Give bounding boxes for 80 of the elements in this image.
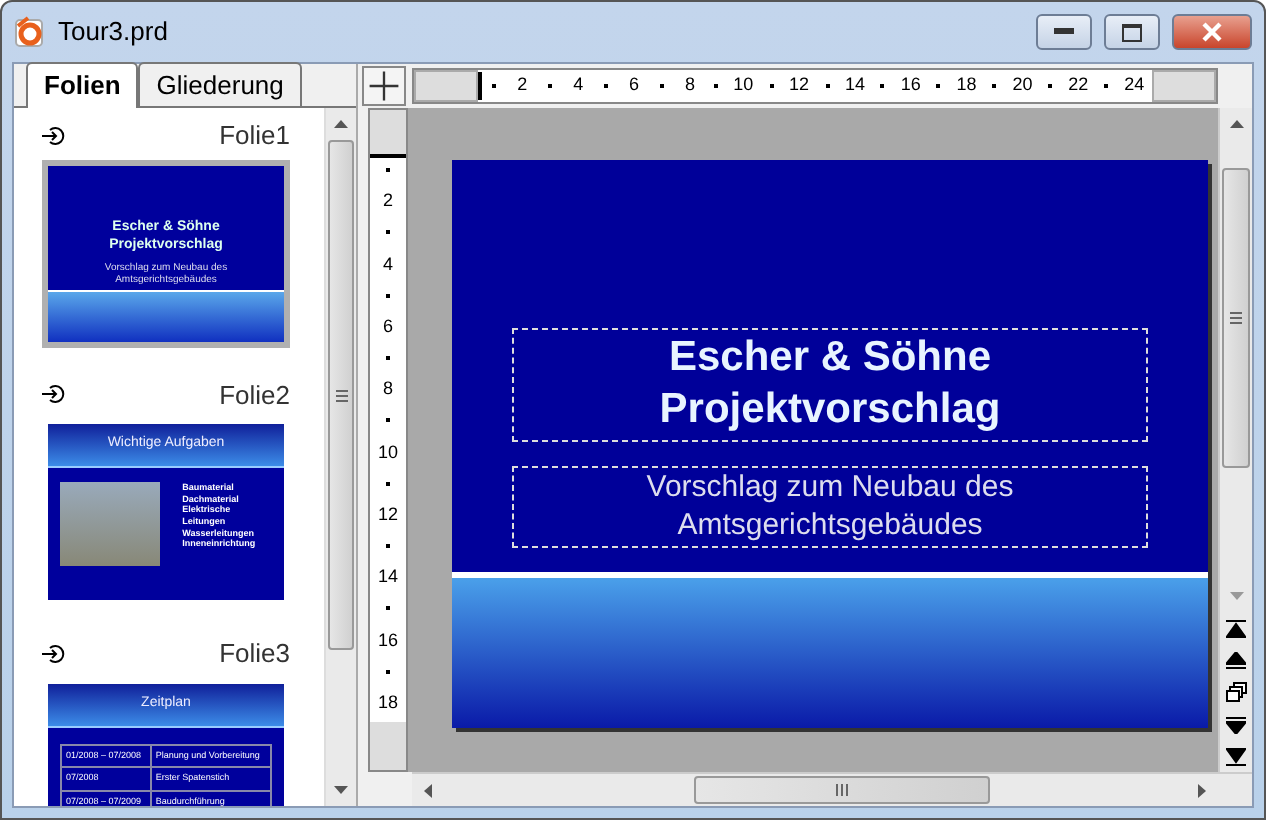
next-slide-icon[interactable]	[1226, 715, 1246, 733]
maximize-button[interactable]	[1104, 14, 1160, 50]
slide-transition-icon[interactable]	[42, 125, 66, 146]
slide-label: Folie3	[219, 636, 290, 672]
ruler-tick	[992, 84, 997, 88]
ruler-tick	[492, 84, 497, 88]
window-title: Tour3.prd	[58, 14, 168, 51]
scroll-right-icon[interactable]	[1198, 783, 1206, 797]
close-icon	[1202, 22, 1222, 42]
vertical-ruler[interactable]: 2 4 6 8 10 12 14 16 18	[368, 108, 408, 772]
ruler-number: 12	[377, 505, 398, 524]
scrollbar[interactable]	[412, 772, 1252, 806]
minimize-button[interactable]	[1036, 14, 1092, 50]
ruler-number: 8	[382, 380, 393, 399]
ruler-number: 16	[900, 72, 921, 99]
last-slide-icon[interactable]	[1226, 747, 1246, 765]
ruler-tick	[385, 168, 390, 173]
app-icon	[14, 16, 46, 48]
ruler-number: 20	[1012, 72, 1033, 99]
ruler-number: 10	[733, 72, 754, 99]
ruler-number: 6	[382, 317, 393, 336]
ruler-tick	[385, 669, 390, 674]
ruler-number: 18	[956, 72, 977, 99]
tab[interactable]: Gliederung	[138, 61, 302, 106]
ruler-number: 2	[517, 72, 528, 99]
ruler-number: 14	[377, 568, 398, 587]
ruler-number: 22	[1068, 72, 1089, 99]
ruler-number: 4	[573, 72, 584, 99]
ruler-tick	[713, 84, 718, 88]
tab[interactable]: Folien	[26, 61, 139, 108]
close-button[interactable]	[1172, 14, 1252, 50]
ruler-tick	[1048, 84, 1053, 88]
ruler-tick	[604, 84, 609, 88]
photo-placeholder	[60, 482, 161, 566]
ruler-number: 24	[1124, 72, 1145, 99]
slide-label: Folie1	[219, 118, 290, 154]
ruler-tick	[936, 84, 941, 88]
ruler-number: 2	[382, 192, 393, 211]
ruler-tick	[385, 418, 390, 423]
ruler-tick	[385, 544, 390, 549]
ruler-tick	[659, 84, 664, 88]
ruler-tick	[825, 84, 829, 88]
scroll-up-icon[interactable]	[334, 120, 348, 128]
previous-slide-icon[interactable]	[1226, 651, 1246, 669]
scrollbar[interactable]	[324, 108, 356, 806]
ruler-tick	[769, 84, 774, 88]
ruler-tick	[1104, 84, 1109, 88]
ruler-tick	[548, 84, 553, 88]
ruler-number: 18	[377, 693, 398, 712]
ruler-tick	[880, 84, 885, 88]
ruler-number: 4	[382, 255, 393, 274]
ruler-number: 8	[684, 72, 695, 99]
ruler-origin-icon[interactable]	[362, 66, 406, 106]
ruler-number: 14	[844, 72, 865, 99]
grip-icon[interactable]	[1230, 312, 1242, 324]
scroll-left-icon[interactable]	[424, 783, 432, 797]
ruler-tick	[385, 356, 390, 361]
ruler-number: 6	[629, 72, 640, 99]
slide-transition-icon[interactable]	[42, 643, 66, 664]
scrollbar[interactable]	[1218, 108, 1252, 772]
ruler-number: 10	[377, 443, 398, 462]
maximize-icon	[1122, 23, 1142, 41]
ruler-tick	[385, 230, 390, 235]
ruler-number: 16	[377, 631, 398, 650]
grip-icon[interactable]	[836, 784, 848, 796]
ruler-tick	[385, 606, 390, 611]
scroll-down-icon[interactable]	[334, 786, 348, 794]
ruler-tick	[385, 293, 390, 298]
slide-title[interactable]: Escher & Söhne Projektvorschlag	[512, 328, 1148, 441]
ruler-tick	[385, 481, 390, 486]
ruler-margin[interactable]	[370, 110, 406, 158]
slides-icon[interactable]	[1225, 682, 1247, 702]
scroll-up-icon[interactable]	[1229, 120, 1243, 128]
first-slide-icon[interactable]	[1226, 619, 1246, 637]
ruler-number: 12	[789, 72, 810, 99]
slide-label: Folie2	[219, 377, 290, 413]
minimize-icon	[1054, 28, 1074, 36]
slide-transition-icon[interactable]	[42, 384, 66, 405]
slide-subtitle[interactable]: Vorschlag zum Neubau des Amtsgerichtsgebäudes	[512, 465, 1148, 547]
grip-icon[interactable]	[335, 389, 347, 401]
